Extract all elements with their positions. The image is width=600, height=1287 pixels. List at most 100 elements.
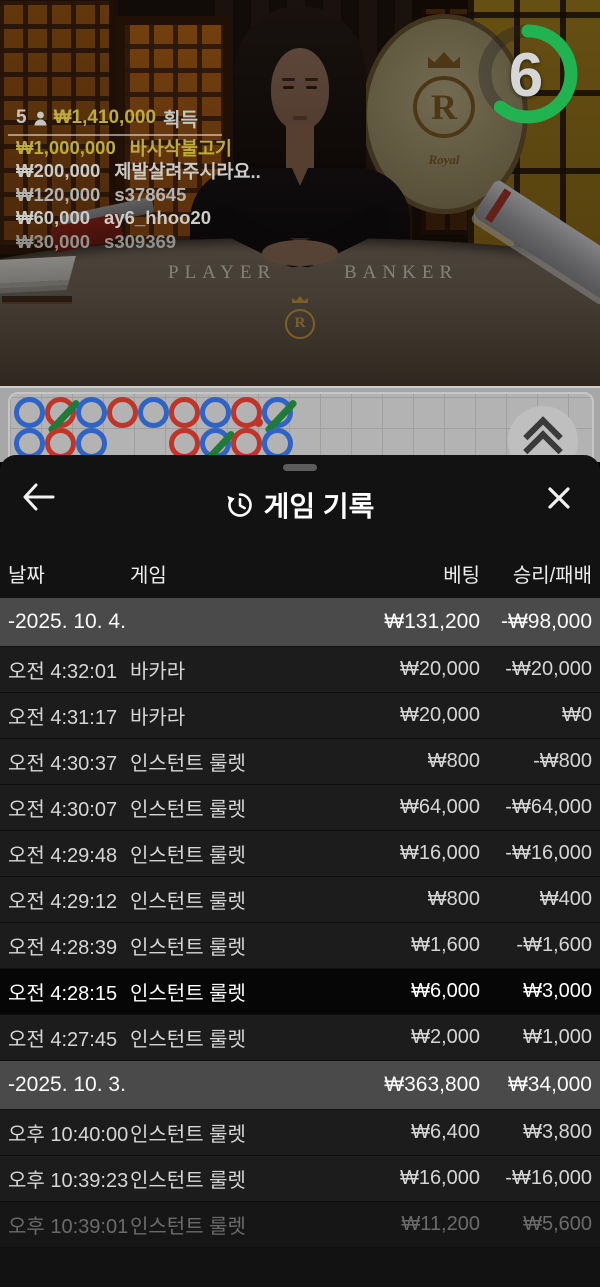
panel-title-group: 게임 기록	[0, 485, 600, 525]
bead-red-dot	[231, 397, 262, 428]
row-winloss: -₩16,000	[492, 842, 592, 865]
bead-road	[8, 392, 594, 462]
row-game: 인스턴트 룰렛	[130, 747, 360, 776]
row-winloss: -₩64,000	[492, 796, 592, 819]
row-game: 인스턴트 룰렛	[130, 977, 360, 1006]
date-group-row: -2025. 10. 3. ₩363,800 ₩34,000	[0, 1061, 600, 1109]
group-date: -2025. 10. 4.	[8, 610, 360, 634]
row-time: 오후 10:39:23	[8, 1164, 130, 1193]
bead-red-slash	[45, 397, 76, 428]
table-row[interactable]: 오전 4:30:37 인스턴트 룰렛 ₩800 -₩800	[0, 739, 600, 785]
row-game: 바카라	[130, 701, 360, 730]
winner-name: ay6_hhoo20	[104, 207, 211, 229]
row-game: 인스턴트 룰렛	[130, 1023, 360, 1052]
panel-header: 게임 기록	[0, 455, 600, 533]
row-bet: ₩16,000	[360, 842, 480, 865]
countdown-timer: 6	[478, 24, 582, 128]
game-history-panel: 게임 기록 날짜 게임 베팅 승리/패배 -2025. 10. 4. ₩131,…	[0, 455, 600, 1287]
row-winloss: ₩0	[492, 704, 592, 727]
winner-name: s378645	[114, 184, 186, 206]
bead-blue	[14, 397, 45, 428]
row-time: 오후 10:39:01	[8, 1210, 130, 1239]
bead-red	[107, 397, 138, 428]
row-bet: ₩6,000	[360, 980, 480, 1003]
table-row[interactable]: 오전 4:29:12 인스턴트 룰렛 ₩800 ₩400	[0, 877, 600, 923]
row-game: 인스턴트 룰렛	[130, 793, 360, 822]
winner-count: 5	[16, 107, 27, 129]
row-game: 인스턴트 룰렛	[130, 1118, 360, 1147]
panel-title: 게임 기록	[264, 485, 375, 525]
winners-suffix: 획득	[163, 105, 198, 132]
winner-row: ₩120,000 s378645	[16, 183, 336, 207]
person-icon	[34, 111, 47, 126]
table-row[interactable]: 오후 10:39:23 인스턴트 룰렛 ₩16,000 -₩16,000	[0, 1156, 600, 1202]
row-time: 오전 4:31:17	[8, 701, 130, 730]
winners-overlay: 5 ₩1,410,000 획득 ₩1,000,000 바사삭불고기 ₩200,0…	[16, 106, 336, 254]
row-bet: ₩2,000	[360, 1026, 480, 1049]
row-winloss: -₩800	[492, 750, 592, 773]
table-row[interactable]: 오후 10:40:00 인스턴트 룰렛 ₩6,400 ₩3,800	[0, 1110, 600, 1156]
group-winloss-total: ₩34,000	[492, 1073, 592, 1097]
winner-amount: ₩60,000	[16, 207, 90, 229]
row-winloss: -₩1,600	[492, 934, 592, 957]
table-row[interactable]: 오후 10:39:01 인스턴트 룰렛 ₩11,200 ₩5,600	[0, 1202, 600, 1248]
row-winloss: -₩20,000	[492, 658, 592, 681]
col-bet: 베팅	[360, 559, 480, 588]
row-time: 오전 4:27:45	[8, 1023, 130, 1052]
row-bet: ₩64,000	[360, 796, 480, 819]
row-winloss: ₩3,800	[492, 1121, 592, 1144]
scoreboard[interactable]	[0, 386, 600, 462]
winners-total: ₩1,410,000	[54, 107, 156, 129]
bead-blue-slash	[262, 397, 293, 428]
table-row[interactable]: 오전 4:30:07 인스턴트 룰렛 ₩64,000 -₩64,000	[0, 785, 600, 831]
col-date: 날짜	[8, 559, 130, 588]
row-time: 오전 4:29:48	[8, 839, 130, 868]
row-bet: ₩20,000	[360, 704, 480, 727]
col-game: 게임	[130, 559, 360, 588]
row-winloss: -₩16,000	[492, 1167, 592, 1190]
row-time: 오전 4:28:39	[8, 931, 130, 960]
winner-amount: ₩30,000	[16, 231, 90, 253]
table-row[interactable]: 오전 4:29:48 인스턴트 룰렛 ₩16,000 -₩16,000	[0, 831, 600, 877]
winner-amount: ₩120,000	[16, 184, 100, 206]
row-game: 인스턴트 룰렛	[130, 839, 360, 868]
row-time: 오전 4:30:37	[8, 747, 130, 776]
close-icon	[544, 483, 574, 513]
row-game: 인스턴트 룰렛	[130, 1164, 360, 1193]
bead-blue	[200, 397, 231, 428]
table-row[interactable]: 오전 4:28:39 인스턴트 룰렛 ₩1,600 -₩1,600	[0, 923, 600, 969]
table-row-highlighted[interactable]: 오전 4:28:15 인스턴트 룰렛 ₩6,000 ₩3,000	[0, 969, 600, 1015]
table-row[interactable]: 오전 4:31:17 바카라 ₩20,000 ₩0	[0, 693, 600, 739]
bead-grid	[10, 394, 592, 460]
row-winloss: ₩400	[492, 888, 592, 911]
winner-row: ₩30,000 s309369	[16, 230, 336, 254]
group-bet-total: ₩131,200	[360, 610, 480, 634]
row-bet: ₩800	[360, 750, 480, 773]
history-list: -2025. 10. 4. ₩131,200 -₩98,000 오전 4:32:…	[0, 598, 600, 1248]
group-winloss-total: -₩98,000	[492, 610, 592, 634]
table-row[interactable]: 오전 4:27:45 인스턴트 룰렛 ₩2,000 ₩1,000	[0, 1015, 600, 1061]
close-button[interactable]	[544, 483, 580, 519]
row-game: 인스턴트 룰렛	[130, 931, 360, 960]
bead-blue	[138, 397, 169, 428]
row-winloss: ₩1,000	[492, 1026, 592, 1049]
row-bet: ₩1,600	[360, 934, 480, 957]
winner-amount: ₩200,000	[16, 160, 100, 182]
bead-blue	[76, 397, 107, 428]
app-screen: R Royal PLAYER BANKER R 5	[0, 0, 600, 1287]
date-group-row: -2025. 10. 4. ₩131,200 -₩98,000	[0, 598, 600, 646]
winner-row: ₩200,000 제발살려주시라요..	[16, 160, 336, 184]
row-bet: ₩11,200	[360, 1213, 480, 1236]
row-time: 오전 4:30:07	[8, 793, 130, 822]
row-bet: ₩6,400	[360, 1121, 480, 1144]
col-winloss: 승리/패배	[492, 559, 592, 588]
row-time: 오전 4:29:12	[8, 885, 130, 914]
row-bet: ₩800	[360, 888, 480, 911]
winner-name: 제발살려주시라요..	[114, 158, 260, 184]
row-time: 오후 10:40:00	[8, 1118, 130, 1147]
row-game: 바카라	[130, 655, 360, 684]
table-row[interactable]: 오전 4:32:01 바카라 ₩20,000 -₩20,000	[0, 647, 600, 693]
row-time: 오전 4:32:01	[8, 655, 130, 684]
row-winloss: ₩5,600	[492, 1213, 592, 1236]
row-bet: ₩20,000	[360, 658, 480, 681]
